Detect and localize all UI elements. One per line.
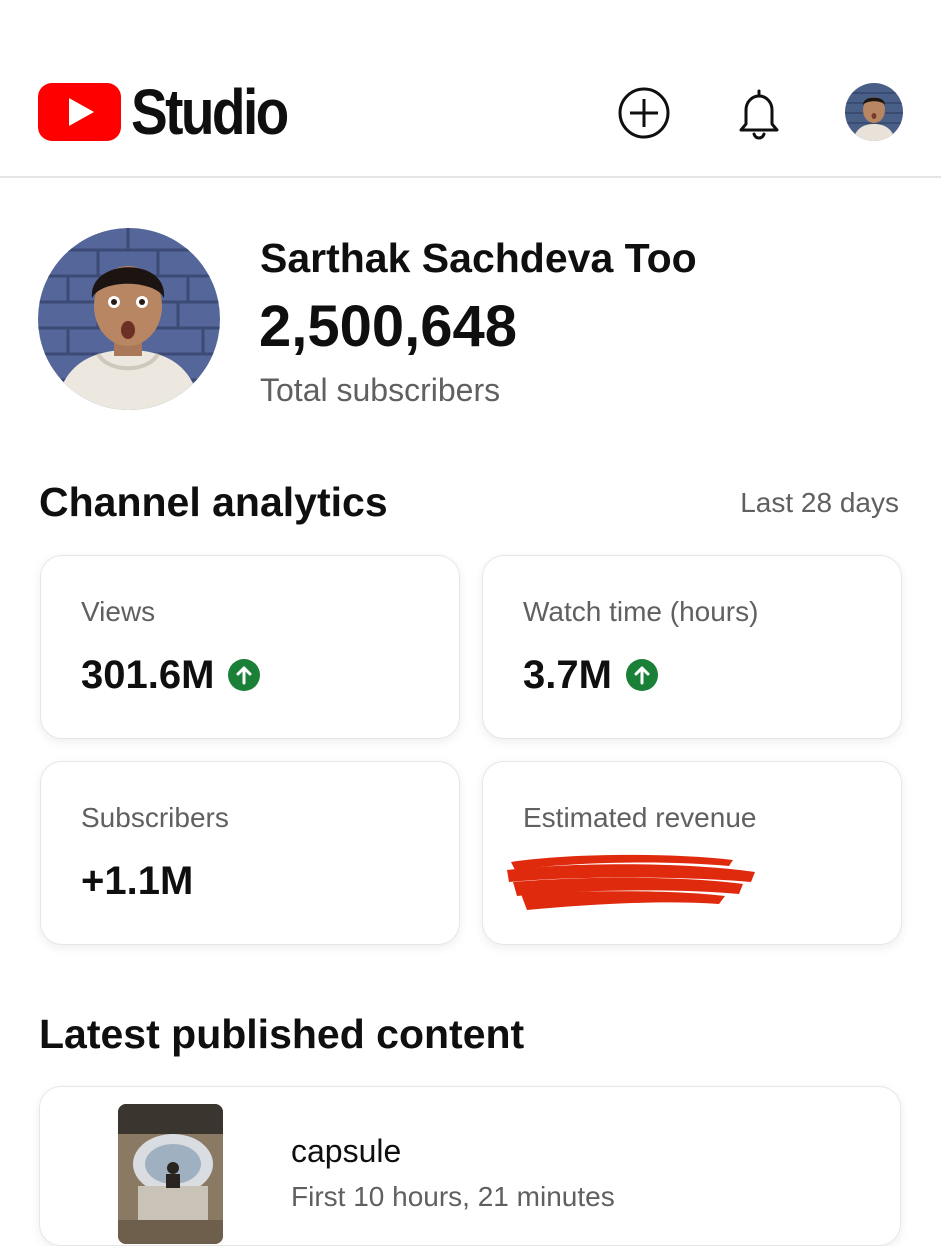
analytics-title: Channel analytics: [39, 479, 388, 525]
youtube-logo-icon[interactable]: [38, 83, 121, 141]
subscribers-value: +1.1M: [81, 859, 194, 903]
video-thumbnail[interactable]: [118, 1104, 223, 1244]
account-avatar[interactable]: [845, 83, 903, 141]
card-label: Subscribers: [81, 802, 229, 833]
views-value: 301.6M: [81, 653, 215, 697]
redaction-scribble: [507, 854, 755, 910]
card-value: +1.1M: [81, 857, 193, 905]
card-label: Views: [81, 596, 156, 627]
trend-up-icon: [228, 659, 261, 691]
revenue-card[interactable]: Estimated revenue: [482, 761, 902, 945]
subscriber-count: 2,500,648: [259, 294, 518, 359]
subscribers-card[interactable]: Subscribers +1.1M: [40, 761, 460, 945]
bell-icon[interactable]: [730, 84, 788, 142]
channel-avatar[interactable]: [38, 228, 220, 410]
latest-content-title: Latest published content: [39, 1011, 525, 1057]
app-title: Studio: [131, 76, 289, 148]
plus-circle-icon[interactable]: [615, 84, 673, 142]
video-meta: First 10 hours, 21 minutes: [291, 1181, 615, 1212]
trend-up-icon: [625, 659, 658, 691]
video-title[interactable]: capsule: [291, 1131, 401, 1171]
watch-time-value: 3.7M: [523, 653, 612, 697]
period-label: Last 28 days: [740, 487, 899, 518]
latest-video-card[interactable]: capsule First 10 hours, 21 minutes: [39, 1086, 901, 1246]
app-header: Studio: [0, 0, 941, 178]
watch-time-card[interactable]: Watch time (hours) 3.7M: [482, 555, 902, 739]
card-value: 301.6M: [81, 651, 261, 699]
card-label: Estimated revenue: [523, 802, 757, 833]
channel-name: Sarthak Sachdeva Too: [260, 235, 697, 281]
subscriber-label: Total subscribers: [260, 372, 501, 408]
card-value: 3.7M: [523, 651, 658, 699]
views-card[interactable]: Views 301.6M: [40, 555, 460, 739]
card-label: Watch time (hours): [523, 596, 759, 627]
